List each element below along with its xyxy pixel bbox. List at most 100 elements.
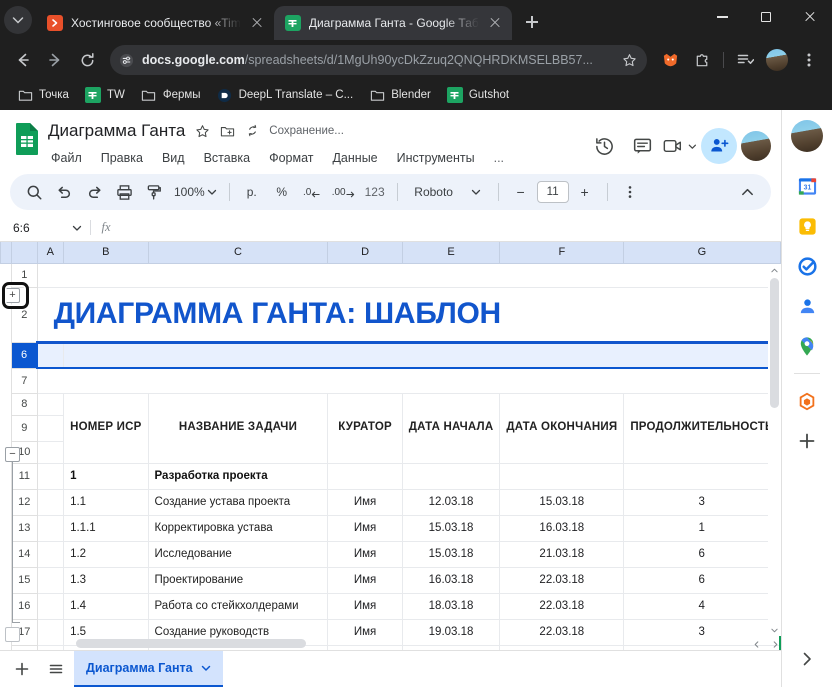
- row-header-18[interactable]: 18: [11, 645, 38, 650]
- address-bar[interactable]: docs.google.com/spreadsheets/d/1MgUh90yc…: [110, 45, 647, 75]
- side-panel-avatar[interactable]: [791, 120, 823, 152]
- cell-F10[interactable]: [499, 441, 625, 464]
- formula-input[interactable]: [121, 214, 781, 242]
- cell-E8[interactable]: [401, 393, 501, 415]
- column-header-B[interactable]: B: [63, 242, 149, 264]
- row-header-7[interactable]: 7: [11, 368, 38, 394]
- back-button[interactable]: [8, 45, 38, 75]
- orange-app-icon[interactable]: [789, 381, 825, 421]
- row-16-duration[interactable]: 4: [623, 593, 781, 620]
- row-16-task[interactable]: Работа со стейкхолдерами: [147, 593, 329, 620]
- row-11-start[interactable]: [401, 463, 501, 490]
- google-maps-icon[interactable]: [789, 326, 825, 366]
- bookmark-star-icon[interactable]: [621, 52, 637, 68]
- increase-font-size-button[interactable]: +: [571, 178, 599, 206]
- percent-format-button[interactable]: %: [268, 178, 296, 206]
- scroll-down-button[interactable]: [769, 624, 780, 636]
- more-toolbar-options-button[interactable]: [616, 178, 644, 206]
- table-header-start[interactable]: ДАТА НАЧАЛА: [401, 415, 501, 441]
- row-11-task[interactable]: Разработка проекта: [147, 463, 329, 490]
- name-box[interactable]: 6:6: [0, 214, 90, 242]
- site-settings-icon[interactable]: [118, 52, 134, 68]
- browser-menu-icon[interactable]: [794, 45, 824, 75]
- row-14-end[interactable]: 21.03.18: [499, 541, 625, 568]
- row-header-16[interactable]: 16: [11, 593, 38, 620]
- row-15-owner[interactable]: Имя: [327, 567, 403, 594]
- star-icon[interactable]: [194, 123, 210, 139]
- row-12-duration[interactable]: 3: [623, 489, 781, 516]
- row-13-wbs[interactable]: 1.1.1: [63, 515, 149, 542]
- menu-more[interactable]: ...: [491, 149, 507, 167]
- column-header-A[interactable]: A: [36, 242, 65, 264]
- row-11-end[interactable]: [499, 463, 625, 490]
- row-11-wbs[interactable]: 1: [63, 463, 149, 490]
- row-16-wbs[interactable]: 1.4: [63, 593, 149, 620]
- row-16-start[interactable]: 18.03.18: [401, 593, 501, 620]
- all-sheets-menu-button[interactable]: [40, 653, 72, 685]
- row-15-task[interactable]: Проектирование: [147, 567, 329, 594]
- row-group-collapse-button[interactable]: −: [5, 447, 20, 462]
- cell-A13[interactable]: [36, 515, 65, 542]
- row-group-expand-button[interactable]: +: [5, 288, 20, 303]
- cell-A6[interactable]: [36, 341, 64, 369]
- bookmark-2[interactable]: Фермы: [134, 83, 208, 107]
- row-15-duration[interactable]: 6: [623, 567, 781, 594]
- row-header-12[interactable]: 12: [11, 489, 38, 516]
- google-contacts-icon[interactable]: [789, 286, 825, 326]
- row-header-14[interactable]: 14: [11, 541, 38, 568]
- row-15-end[interactable]: 22.03.18: [499, 567, 625, 594]
- row-header-6[interactable]: 6: [11, 342, 38, 369]
- increase-decimal-button[interactable]: .00: [328, 178, 359, 206]
- scroll-left-button[interactable]: [753, 637, 760, 651]
- menu-data[interactable]: Данные: [329, 149, 380, 167]
- cell-A1[interactable]: [36, 263, 781, 288]
- row-13-start[interactable]: 15.03.18: [401, 515, 501, 542]
- row-header-15[interactable]: 15: [11, 567, 38, 594]
- table-header-owner[interactable]: КУРАТОР: [327, 415, 403, 441]
- cloud-status-icon[interactable]: [244, 123, 260, 139]
- move-to-folder-icon[interactable]: [219, 123, 235, 139]
- decrease-font-size-button[interactable]: −: [507, 178, 535, 206]
- cell-D10[interactable]: [327, 441, 403, 464]
- cell-C8[interactable]: [147, 393, 329, 415]
- tab-search-button[interactable]: [4, 6, 32, 34]
- spreadsheet-grid[interactable]: A B C D E F G 1 2 ДИАГРАММА ГАНТА: ШАБЛО…: [0, 242, 781, 650]
- document-title[interactable]: Диаграмма Ганта: [48, 121, 185, 141]
- cell-A17[interactable]: [36, 619, 65, 646]
- cell-B6-G6[interactable]: [63, 341, 781, 369]
- search-icon[interactable]: [20, 178, 48, 206]
- column-header-E[interactable]: E: [401, 242, 501, 264]
- cell-banner-title[interactable]: ДИАГРАММА ГАНТА: ШАБЛОН: [36, 287, 781, 344]
- bookmark-3[interactable]: DeepL Translate – C...: [210, 83, 361, 107]
- close-window-button[interactable]: [788, 0, 832, 34]
- scroll-right-button[interactable]: [772, 637, 779, 651]
- row-12-start[interactable]: 12.03.18: [401, 489, 501, 516]
- chevron-right-icon[interactable]: [789, 639, 825, 679]
- row-14-duration[interactable]: 6: [623, 541, 781, 568]
- sheet-tab-gantt[interactable]: Диаграмма Ганта: [74, 650, 223, 687]
- row-15-start[interactable]: 16.03.18: [401, 567, 501, 594]
- add-sheet-button[interactable]: [6, 653, 38, 685]
- row-15-wbs[interactable]: 1.3: [63, 567, 149, 594]
- row-header-8[interactable]: 8: [11, 393, 38, 416]
- row-16-end[interactable]: 22.03.18: [499, 593, 625, 620]
- browser-tab-1[interactable]: Хостинговое сообщество «Tim: [36, 6, 274, 40]
- menu-file[interactable]: Файл: [48, 149, 85, 167]
- collapse-toolbar-button[interactable]: [733, 178, 761, 206]
- cell-A10[interactable]: [36, 441, 65, 464]
- menu-view[interactable]: Вид: [159, 149, 188, 167]
- column-header-C[interactable]: C: [147, 242, 329, 264]
- google-calendar-icon[interactable]: 31: [789, 166, 825, 206]
- cell-B10[interactable]: [63, 441, 149, 464]
- row-12-wbs[interactable]: 1.1: [63, 489, 149, 516]
- bookmark-4[interactable]: Blender: [362, 83, 438, 107]
- cell-G8[interactable]: [623, 393, 781, 415]
- scroll-up-button[interactable]: [769, 264, 780, 276]
- google-keep-icon[interactable]: [789, 206, 825, 246]
- cell-E10[interactable]: [401, 441, 501, 464]
- reload-button[interactable]: [72, 45, 102, 75]
- cell-D8[interactable]: [327, 393, 403, 415]
- forward-button[interactable]: [40, 45, 70, 75]
- bookmark-1[interactable]: TW: [78, 83, 132, 107]
- row-13-task[interactable]: Корректировка устава: [147, 515, 329, 542]
